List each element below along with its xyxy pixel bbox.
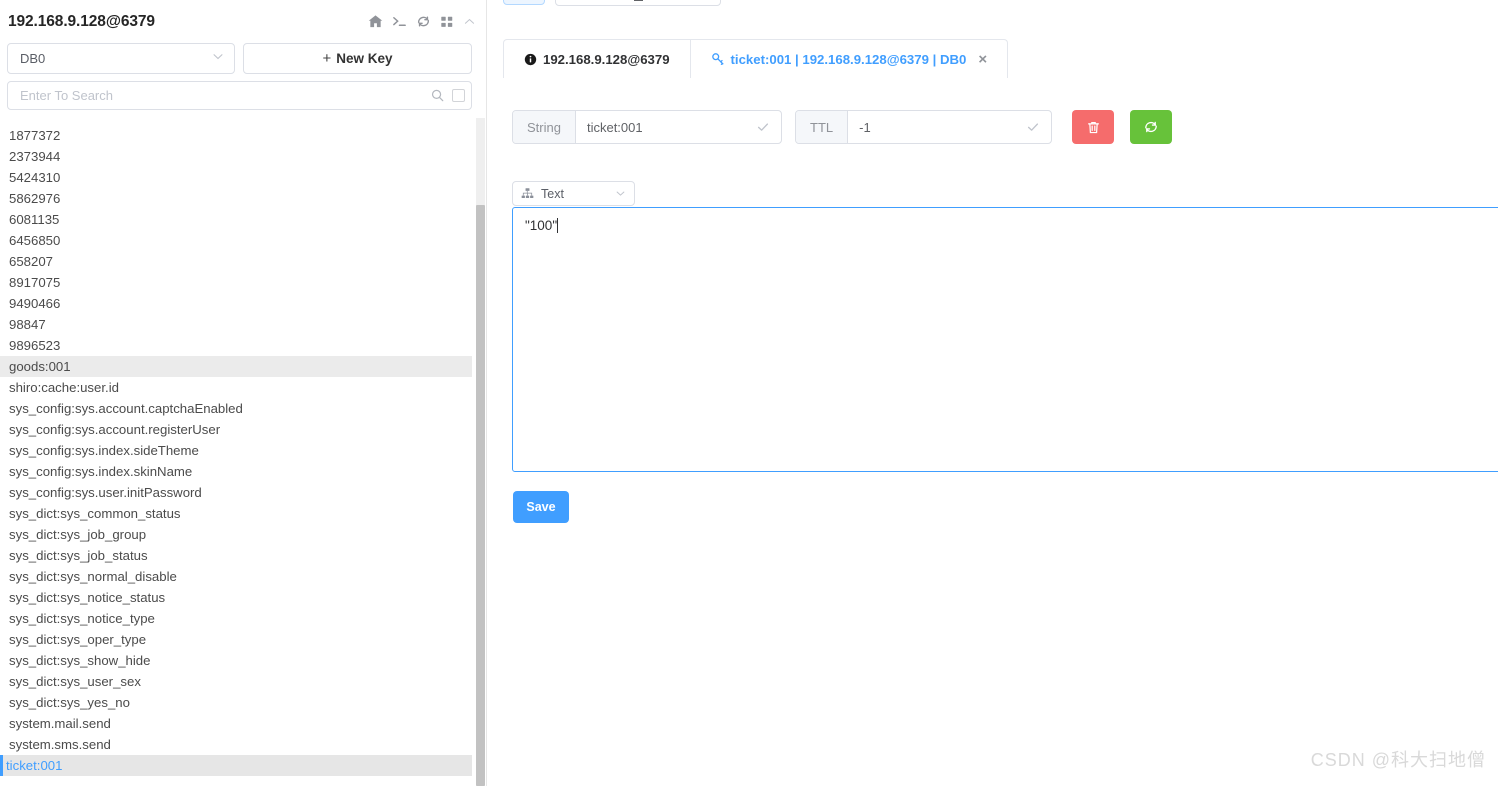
key-list-item[interactable]: system.sms.send — [0, 734, 472, 755]
check-icon[interactable] — [756, 111, 781, 143]
connection-toolbar — [368, 14, 476, 29]
key-list-item[interactable]: 6456850 — [0, 230, 472, 251]
tab-key-ticket-001[interactable]: ticket:001 | 192.168.9.128@6379 | DB0 × — [691, 39, 1009, 78]
redis-desktop-manager-window: 192.168.9.128@6379 — [0, 0, 1498, 786]
key-list-item[interactable]: sys_config:sys.user.initPassword — [0, 482, 472, 503]
plus-icon: + — [322, 50, 331, 67]
value-editor[interactable]: "100" — [512, 207, 1498, 472]
key-list-item[interactable]: system.mail.send — [0, 713, 472, 734]
apps-grid-icon[interactable] — [440, 15, 454, 29]
search-box-icons — [430, 88, 465, 103]
home-icon[interactable] — [368, 14, 383, 29]
tab-close-icon[interactable]: × — [978, 52, 987, 67]
save-button[interactable]: Save — [513, 491, 569, 523]
key-list-item[interactable]: sys_config:sys.index.skinName — [0, 461, 472, 482]
refresh-icon[interactable] — [416, 14, 431, 29]
new-key-button[interactable]: + New Key — [243, 43, 472, 74]
search-exact-checkbox[interactable] — [452, 89, 465, 102]
ttl-label: TTL — [796, 111, 848, 143]
key-list-item[interactable]: 98847 — [0, 314, 472, 335]
clipped-toolbar-button[interactable] — [503, 0, 545, 5]
info-icon — [524, 53, 537, 66]
key-search-box — [7, 81, 472, 110]
key-list-item[interactable]: 9896523 — [0, 335, 472, 356]
chevron-down-icon — [614, 187, 627, 200]
key-list-item[interactable]: sys_dict:sys_show_hide — [0, 650, 472, 671]
tab-server-info[interactable]: 192.168.9.128@6379 — [503, 39, 691, 78]
search-input[interactable] — [18, 87, 430, 104]
chevron-down-icon — [211, 49, 225, 68]
key-list-item[interactable]: sys_config:sys.account.captchaEnabled — [0, 398, 472, 419]
tab-bar: 192.168.9.128@6379 ticket:001 | 192.168.… — [503, 40, 1498, 79]
key-list-item[interactable]: sys_config:sys.account.registerUser — [0, 419, 472, 440]
ttl-value[interactable]: -1 — [848, 111, 1026, 143]
key-list-item[interactable]: 2373944 — [0, 146, 472, 167]
key-list-item[interactable]: sys_dict:sys_job_status — [0, 545, 472, 566]
key-list-scrollbar-thumb[interactable] — [476, 205, 485, 786]
key-icon — [711, 52, 725, 66]
key-name-value[interactable]: ticket:001 — [576, 111, 756, 143]
key-list-item[interactable]: 658207 — [0, 251, 472, 272]
key-list-item[interactable]: 8917075 — [0, 272, 472, 293]
collapse-chevron-up-icon[interactable] — [463, 15, 476, 28]
key-list-item[interactable]: 5424310 — [0, 167, 472, 188]
check-icon[interactable] — [1026, 111, 1051, 143]
search-icon[interactable] — [430, 88, 445, 103]
watermark: CSDN @科大扫地僧 — [1311, 746, 1486, 772]
key-list[interactable]: 1877372237394454243105862976608113564568… — [0, 125, 487, 786]
connection-title: 192.168.9.128@6379 — [8, 13, 155, 31]
key-info-row: String ticket:001 TTL -1 — [512, 110, 1172, 144]
key-list-item[interactable]: sys_dict:sys_normal_disable — [0, 566, 472, 587]
key-list-item[interactable]: sys_dict:sys_common_status — [0, 503, 472, 524]
key-list-item[interactable]: 1877372 — [0, 125, 472, 146]
value-format-value: Text — [541, 187, 607, 201]
key-type-label: String — [513, 111, 576, 143]
key-list-item[interactable]: sys_dict:sys_oper_type — [0, 629, 472, 650]
value-format-select[interactable]: Text — [512, 181, 635, 206]
delete-key-button[interactable] — [1072, 110, 1114, 144]
new-key-label: New Key — [336, 51, 392, 66]
database-select[interactable]: DB0 — [7, 43, 235, 74]
key-list-item[interactable]: 5862976 — [0, 188, 472, 209]
key-list-item[interactable]: sys_dict:sys_user_sex — [0, 671, 472, 692]
key-list-item[interactable]: sys_config:sys.index.sideTheme — [0, 440, 472, 461]
key-name-field-group: String ticket:001 — [512, 110, 782, 144]
tab-label: ticket:001 | 192.168.9.128@6379 | DB0 — [731, 52, 967, 67]
key-list-item[interactable]: 9490466 — [0, 293, 472, 314]
terminal-icon[interactable] — [392, 14, 407, 29]
clipped-dash-icon — [634, 0, 643, 1]
key-list-item[interactable]: goods:001 — [0, 356, 472, 377]
ttl-field-group: TTL -1 — [795, 110, 1052, 144]
key-list-item[interactable]: sys_dict:sys_yes_no — [0, 692, 472, 713]
database-select-value: DB0 — [20, 51, 45, 66]
value-editor-content: "100" — [525, 218, 557, 233]
key-list-item[interactable]: 6081135 — [0, 209, 472, 230]
db-and-newkey-row: DB0 + New Key — [0, 43, 486, 74]
key-list-item[interactable]: sys_dict:sys_notice_type — [0, 608, 472, 629]
text-cursor — [557, 218, 558, 233]
tab-label: 192.168.9.128@6379 — [543, 52, 670, 67]
connection-header: 192.168.9.128@6379 — [0, 0, 486, 40]
key-list-item[interactable]: sys_dict:sys_notice_status — [0, 587, 472, 608]
format-tree-icon — [521, 187, 534, 200]
key-list-item[interactable]: ticket:001 — [0, 755, 472, 776]
refresh-key-button[interactable] — [1130, 110, 1172, 144]
clipped-toolbar-input[interactable] — [555, 0, 721, 6]
key-browser-panel: 192.168.9.128@6379 — [0, 0, 487, 786]
key-list-item[interactable]: shiro:cache:user.id — [0, 377, 472, 398]
key-list-item[interactable]: sys_dict:sys_job_group — [0, 524, 472, 545]
clipped-top-toolbar — [503, 0, 721, 6]
